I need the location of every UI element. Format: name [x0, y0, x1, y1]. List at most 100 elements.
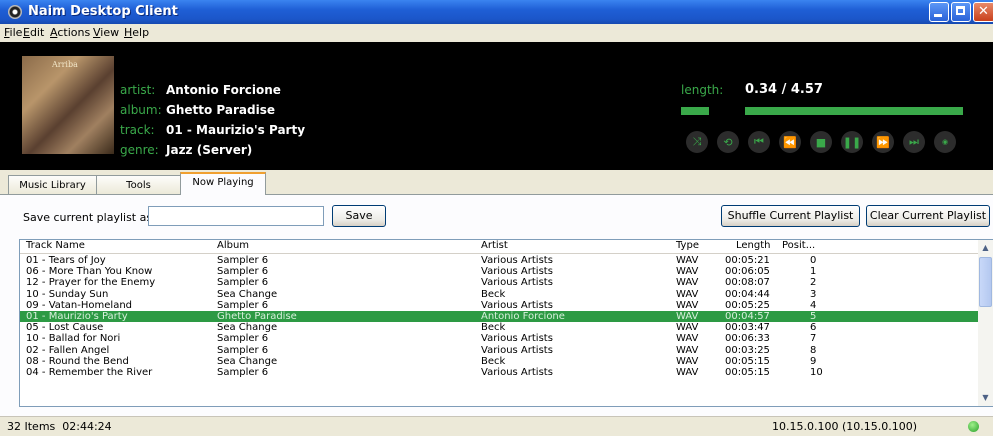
item-count: 32 Items: [7, 420, 56, 433]
cell-track-name: 06 - More Than You Know: [26, 266, 153, 278]
cell-track-name: 01 - Tears of Joy: [26, 255, 106, 266]
rewind-icon[interactable]: ⏪: [779, 131, 801, 153]
save-button[interactable]: Save: [332, 205, 386, 227]
cell-position: 9: [810, 355, 817, 367]
tab-now-playing[interactable]: Now Playing: [180, 172, 266, 195]
cell-length: 00:08:07: [725, 277, 770, 289]
genre-value: Jazz (Server): [166, 143, 253, 157]
fast-forward-icon[interactable]: ⏩: [872, 131, 894, 153]
column-position[interactable]: Posit...: [782, 240, 815, 251]
table-row[interactable]: 09 - Vatan-Homeland Sampler 6 Various Arti…: [20, 300, 978, 311]
table-row[interactable]: 04 - Remember the River Sampler 6 Various …: [20, 367, 978, 378]
stop-icon[interactable]: ■: [810, 131, 832, 153]
cell-type: WAV: [676, 255, 699, 266]
column-length[interactable]: Length: [736, 240, 771, 251]
total-duration: 02:44:24: [62, 420, 112, 433]
cell-position: 2: [810, 277, 817, 289]
cell-length: 00:05:21: [725, 255, 770, 266]
playlist-name-input[interactable]: [148, 206, 324, 226]
table-row[interactable]: 02 - Fallen Angel Sampler 6 Various Artist…: [20, 345, 978, 356]
album-value: Ghetto Paradise: [166, 103, 275, 117]
tab-tools[interactable]: Tools: [96, 175, 181, 194]
cell-length: 00:04:57: [725, 311, 770, 322]
column-type[interactable]: Type: [676, 240, 699, 251]
shuffle-icon[interactable]: ⤨: [686, 131, 708, 153]
pause-icon[interactable]: ❚❚: [841, 131, 863, 153]
cell-album: Sampler 6: [217, 344, 269, 356]
artist-value: Antonio Forcione: [166, 83, 281, 97]
cell-track-name: 09 - Vatan-Homeland: [26, 299, 133, 311]
cell-artist: Beck: [481, 355, 506, 367]
cell-length: 00:06:33: [725, 333, 770, 345]
maximize-button[interactable]: [951, 2, 971, 22]
cell-artist: Beck: [481, 288, 506, 300]
cell-position: 10: [810, 367, 823, 378]
menu-actions[interactable]: Actions: [50, 26, 90, 39]
table-row[interactable]: 10 - Ballad for Nori Sampler 6 Various Art…: [20, 333, 978, 344]
tab-music-library[interactable]: Music Library: [8, 175, 97, 194]
cell-position: 1: [810, 266, 817, 278]
menu-edit[interactable]: Edit: [23, 26, 44, 39]
repeat-icon[interactable]: ⟲: [717, 131, 739, 153]
cell-track-name: 02 - Fallen Angel: [26, 344, 110, 356]
column-album[interactable]: Album: [217, 240, 249, 251]
cell-type: WAV: [676, 266, 699, 278]
elapsed-progress-bar: [681, 107, 709, 115]
track-value: 01 - Maurizio's Party: [166, 123, 306, 137]
radio-icon[interactable]: ◉: [934, 131, 956, 153]
cell-type: WAV: [676, 355, 699, 367]
column-track-name[interactable]: Track Name: [26, 240, 85, 251]
menu-view[interactable]: View: [93, 26, 119, 39]
table-row[interactable]: 05 - Lost Cause Sea Change Beck WAV 00:03:47…: [20, 322, 978, 333]
scroll-down-icon[interactable]: ▼: [979, 391, 992, 405]
shuffle-playlist-button[interactable]: Shuffle Current Playlist: [721, 205, 860, 227]
now-playing-tab-panel: Save current playlist as: Save Shuffle C…: [0, 194, 993, 417]
table-row[interactable]: 08 - Round the Bend Sea Change Beck WAV 00:0…: [20, 356, 978, 367]
cell-album: Ghetto Paradise: [217, 311, 297, 322]
cell-artist: Antonio Forcione: [481, 311, 565, 322]
cell-type: WAV: [676, 333, 699, 345]
cell-length: 00:05:15: [725, 355, 770, 367]
album-label: album:: [120, 103, 162, 117]
cell-position: 0: [810, 255, 817, 266]
table-row[interactable]: 10 - Sunday Sun Sea Change Beck WAV 00:04:44…: [20, 289, 978, 300]
app-disc-icon: [8, 5, 22, 19]
table-row[interactable]: 06 - More Than You Know Sampler 6 Various …: [20, 266, 978, 277]
cell-length: 00:05:15: [725, 367, 770, 378]
table-row[interactable]: 01 - Maurizio's Party Ghetto Paradise Anto…: [20, 311, 978, 322]
cell-type: WAV: [676, 367, 699, 378]
cell-album: Sampler 6: [217, 367, 269, 378]
vertical-scrollbar[interactable]: ▲ ▼: [978, 240, 993, 406]
clear-playlist-button[interactable]: Clear Current Playlist: [866, 205, 990, 227]
length-value: 0.34 / 4.57: [745, 82, 823, 97]
cell-type: WAV: [676, 277, 699, 289]
track-progress-bar[interactable]: [745, 107, 963, 115]
cell-track-name: 12 - Prayer for the Enemy: [26, 277, 156, 289]
connection-status-icon: [968, 421, 979, 432]
cell-track-name: 05 - Lost Cause: [26, 322, 104, 334]
cell-artist: Various Artists: [481, 299, 553, 311]
close-button[interactable]: [973, 2, 993, 22]
column-artist[interactable]: Artist: [481, 240, 508, 251]
cell-album: Sampler 6: [217, 255, 269, 266]
cell-length: 00:06:05: [725, 266, 770, 278]
now-playing-panel: Arriba artist: Antonio Forcione album: G…: [0, 42, 993, 170]
scroll-up-icon[interactable]: ▲: [979, 241, 992, 255]
cover-title: Arriba: [52, 60, 78, 69]
table-row[interactable]: 12 - Prayer for the Enemy Sampler 6 Variou…: [20, 277, 978, 288]
skip-end-icon[interactable]: ⏭: [903, 131, 925, 153]
cell-length: 00:05:25: [725, 299, 770, 311]
menu-help[interactable]: Help: [124, 26, 149, 39]
cell-album: Sea Change: [217, 322, 278, 334]
cell-type: WAV: [676, 344, 699, 356]
skip-start-icon[interactable]: ⏮: [748, 131, 770, 153]
scrollbar-thumb[interactable]: [979, 257, 992, 307]
cell-album: Sampler 6: [217, 266, 269, 278]
artist-label: artist:: [120, 83, 156, 97]
playlist-table: Track Name Album Artist Type Length Posi…: [19, 239, 993, 407]
minimize-button[interactable]: [929, 2, 949, 22]
title-bar[interactable]: Naim Desktop Client: [0, 0, 993, 24]
table-row[interactable]: 01 - Tears of Joy Sampler 6 Various Artist…: [20, 255, 978, 266]
menu-file[interactable]: File: [4, 26, 22, 39]
cell-artist: Various Artists: [481, 367, 553, 378]
